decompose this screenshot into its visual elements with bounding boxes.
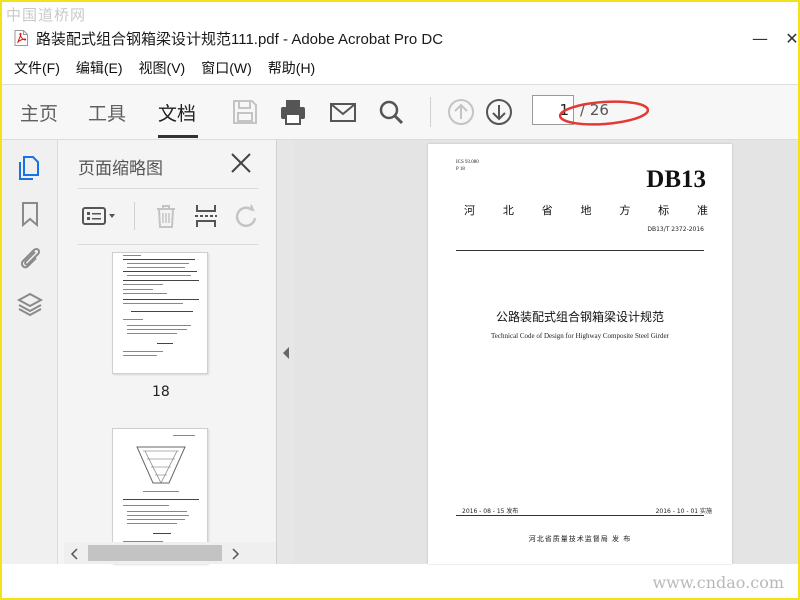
toolbar-separator xyxy=(430,97,431,127)
horizontal-scroll-thumb[interactable] xyxy=(88,545,222,561)
next-page-icon[interactable] xyxy=(484,97,514,127)
doc-bottom-rule xyxy=(456,515,704,516)
tools-separator xyxy=(134,202,135,230)
save-icon[interactable] xyxy=(230,97,260,127)
pdf-file-icon xyxy=(14,30,28,46)
menu-help[interactable]: 帮助(H) xyxy=(268,58,315,78)
site-watermark-bottom: www.cndao.com xyxy=(652,573,784,592)
prev-page-icon[interactable] xyxy=(446,97,476,127)
doc-standard-type: 河 北 省 地 方 标 准 xyxy=(464,202,708,218)
menu-view[interactable]: 视图(V) xyxy=(139,58,186,78)
panel-divider xyxy=(78,188,258,189)
doc-std-char: 地 xyxy=(580,204,592,217)
document-view[interactable]: ICS 93.080 P 18 DB13 河 北 省 地 方 标 准 DB13/… xyxy=(294,140,798,564)
thumbnail-options-icon[interactable] xyxy=(80,202,120,230)
menu-edit[interactable]: 编辑(E) xyxy=(76,58,123,78)
doc-issuer: 河北省质量技术监督局 发 布 xyxy=(528,535,632,543)
document-page: ICS 93.080 P 18 DB13 河 北 省 地 方 标 准 DB13/… xyxy=(428,144,732,564)
panel-divider-2 xyxy=(78,244,258,245)
doc-standard-code: DB13 xyxy=(646,166,706,193)
collapse-panel-icon[interactable] xyxy=(281,346,291,360)
doc-implementation-date: 2016 - 10 - 01 实施 xyxy=(655,508,712,515)
scroll-right-icon[interactable] xyxy=(232,548,240,560)
delete-icon[interactable] xyxy=(152,202,180,230)
title-bar: 路装配式组合钢箱梁设计规范111.pdf - Adobe Acrobat Pro… xyxy=(2,24,798,52)
thumbnail-page-18[interactable] xyxy=(112,252,208,374)
thumbnail-page-label: 18 xyxy=(152,384,170,400)
doc-issue-date: 2016 - 08 - 15 发布 xyxy=(462,508,519,515)
menu-file[interactable]: 文件(F) xyxy=(14,58,60,78)
site-watermark-top: 中国道桥网 xyxy=(6,6,87,24)
print-icon[interactable] xyxy=(278,97,308,127)
close-panel-icon[interactable] xyxy=(228,150,254,176)
panel-collapse-strip[interactable] xyxy=(276,140,294,564)
doc-standard-number: DB13/T 2372-2016 xyxy=(647,226,704,233)
doc-title-chinese: 公路装配式组合钢箱梁设计规范 xyxy=(495,310,664,324)
doc-std-char: 准 xyxy=(696,204,708,217)
email-icon[interactable] xyxy=(328,97,358,127)
navigation-rail xyxy=(2,140,58,564)
thumbnails-horizontal-scrollbar[interactable] xyxy=(64,542,302,564)
minimize-button[interactable]: — xyxy=(742,24,778,52)
menu-bar: 文件(F) 编辑(E) 视图(V) 窗口(W) 帮助(H) xyxy=(2,56,798,80)
page-thumbnails-icon[interactable] xyxy=(16,154,44,182)
doc-std-char: 河 xyxy=(464,204,475,217)
page-thumbnails-panel: 页面缩略图 18 xyxy=(58,140,326,564)
search-icon[interactable] xyxy=(376,97,406,127)
tab-home[interactable]: 主页 xyxy=(20,99,58,126)
menu-window[interactable]: 窗口(W) xyxy=(201,58,252,78)
panel-title: 页面缩略图 xyxy=(78,159,163,179)
doc-title-english: Technical Code of Design for Highway Com… xyxy=(491,332,669,340)
doc-top-rule xyxy=(456,250,704,251)
doc-std-char: 方 xyxy=(619,204,631,217)
main-toolbar: 主页 工具 文档 1 / 26 xyxy=(2,84,798,140)
insert-page-icon[interactable] xyxy=(192,202,220,230)
scroll-left-icon[interactable] xyxy=(70,548,78,560)
doc-std-char: 省 xyxy=(541,204,553,217)
doc-std-char: 标 xyxy=(658,204,670,217)
app-window: 中国道桥网 路装配式组合钢箱梁设计规范111.pdf - Adobe Acrob… xyxy=(0,0,800,600)
highlight-ellipse-annotation xyxy=(558,100,650,126)
rotate-icon[interactable] xyxy=(232,202,260,230)
tab-document[interactable]: 文档 xyxy=(158,99,196,126)
layers-icon[interactable] xyxy=(16,290,44,318)
bookmark-icon[interactable] xyxy=(16,200,44,228)
window-title: 路装配式组合钢箱梁设计规范111.pdf - Adobe Acrobat Pro… xyxy=(36,30,444,48)
doc-std-char: 北 xyxy=(502,204,514,217)
close-window-button[interactable]: ✕ xyxy=(774,24,798,52)
tab-tools[interactable]: 工具 xyxy=(88,99,126,126)
doc-ics-code: ICS 93.080 xyxy=(456,160,479,165)
active-tab-indicator xyxy=(158,135,198,138)
thumbnail-diagram xyxy=(136,446,186,484)
doc-p-code: P 18 xyxy=(456,167,465,172)
attachment-icon[interactable] xyxy=(16,244,44,272)
